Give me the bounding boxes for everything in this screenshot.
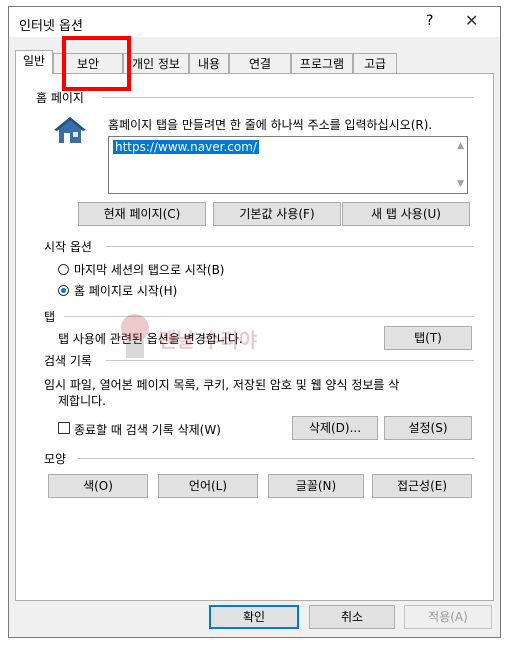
tabs-settings-button[interactable]: 탭(T) [384, 326, 472, 350]
highlight-box [62, 36, 131, 91]
history-group-label: 검색 기록 [44, 354, 92, 368]
divider [78, 458, 474, 459]
close-button[interactable]: ✕ [465, 11, 478, 30]
history-settings-button[interactable]: 설정(S) [384, 416, 472, 440]
watermark: 맨날 수리야 [118, 306, 288, 366]
tab-programs[interactable]: 프로그램 [291, 53, 353, 73]
tab-privacy[interactable]: 개인 정보 [123, 53, 189, 73]
delete-history-on-exit-checkbox[interactable] [58, 422, 70, 434]
title-bar: 인터넷 옵션 ? ✕ [9, 7, 500, 37]
delete-history-on-exit-label: 종료할 때 검색 기록 삭제(W) [74, 423, 221, 437]
accessibility-button[interactable]: 접근성(E) [372, 474, 472, 498]
startup-group-label: 시작 옵션 [44, 240, 92, 254]
tab-connections[interactable]: 연결 [229, 53, 291, 73]
help-button[interactable]: ? [426, 13, 433, 29]
fonts-button[interactable]: 글꼴(N) [268, 474, 364, 498]
home-page-url-value: https://www.naver.com/ [113, 140, 259, 154]
apply-button[interactable]: 적용(A) [404, 605, 492, 629]
window-title: 인터넷 옵션 [19, 19, 83, 34]
start-with-home-page-radio[interactable] [58, 285, 69, 296]
use-default-button[interactable]: 기본값 사용(F) [213, 202, 341, 226]
start-with-last-session-radio[interactable] [58, 264, 69, 275]
use-new-tab-button[interactable]: 새 탭 사용(U) [342, 202, 470, 226]
colors-button[interactable]: 색(O) [48, 474, 148, 498]
house-icon [54, 117, 86, 143]
divider [102, 97, 474, 98]
appearance-group-label: 모양 [44, 452, 67, 466]
start-with-home-page-label: 홈 페이지로 시작(H) [74, 284, 178, 298]
home-page-group-label: 홈 페이지 [36, 91, 84, 105]
scroll-up-icon[interactable]: ▲ [457, 141, 464, 151]
tab-content[interactable]: 내용 [189, 53, 229, 73]
tab-advanced[interactable]: 고급 [353, 53, 397, 73]
use-current-button[interactable]: 현재 페이지(C) [78, 202, 206, 226]
start-with-last-session-label: 마지막 세션의 탭으로 시작(B) [74, 263, 225, 277]
history-description-line1: 임시 파일, 열어본 페이지 목록, 쿠키, 저장된 암호 및 웹 양식 정보를… [44, 378, 400, 392]
delete-history-button[interactable]: 삭제(D)... [292, 416, 378, 440]
home-page-instruction: 홈페이지 탭을 만들려면 한 줄에 하나씩 주소를 입력하십시오(R). [108, 118, 433, 132]
divider [106, 246, 474, 247]
tab-general[interactable]: 일반 [15, 50, 53, 74]
watermark-text: 맨날 수리야 [158, 328, 257, 352]
history-description-line2: 제합니다. [58, 394, 106, 408]
ok-button[interactable]: 확인 [209, 605, 299, 629]
cancel-button[interactable]: 취소 [309, 605, 395, 629]
tabs-group-label: 탭 [44, 310, 56, 324]
languages-button[interactable]: 언어(L) [158, 474, 258, 498]
scroll-down-icon[interactable]: ▼ [457, 179, 464, 189]
home-page-url-field[interactable]: https://www.naver.com/ ▲ ▼ [108, 136, 468, 194]
watermark-logo-icon [121, 314, 149, 358]
